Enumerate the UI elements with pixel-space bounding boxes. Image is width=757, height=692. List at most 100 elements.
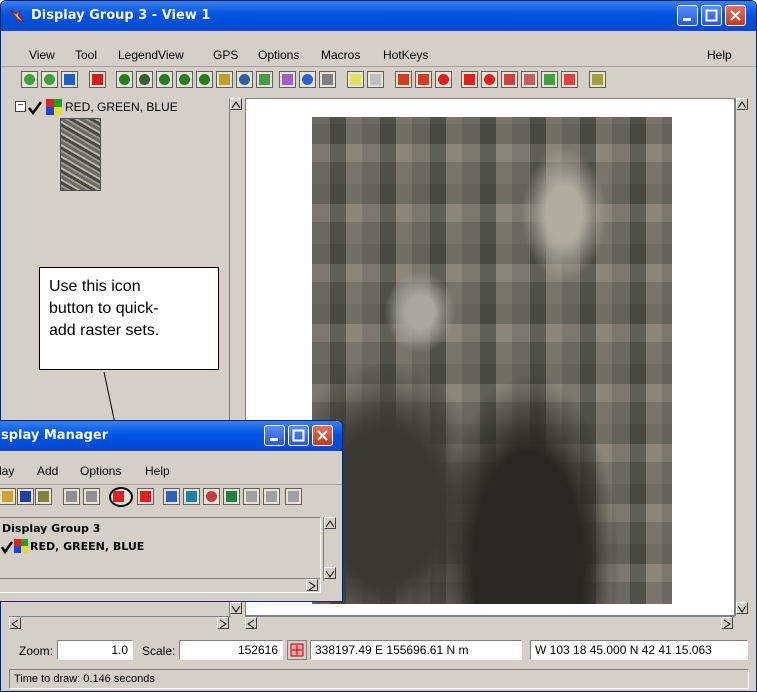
minimize-button[interactable] [677, 5, 698, 26]
redraw-icon [24, 74, 35, 85]
menu-help[interactable]: Help [707, 48, 732, 62]
view-vscroll[interactable] [735, 98, 749, 616]
view-titlebar[interactable]: Display Group 3 - View 1 [1, 1, 756, 31]
menu-macros[interactable]: Macros [321, 48, 360, 62]
zoom-out-icon [179, 74, 190, 85]
checkmark-icon[interactable] [0, 540, 14, 554]
previous-view-icon [398, 74, 409, 85]
quick-add-raster-button[interactable] [109, 487, 133, 507]
scroll-down-arrow[interactable] [230, 602, 242, 614]
cancel-button[interactable] [435, 71, 452, 88]
next-view-button[interactable] [415, 71, 432, 88]
dm-menu-help[interactable]: Help [145, 464, 170, 478]
maximize-button[interactable] [701, 5, 722, 26]
dm-add-shape-button[interactable] [203, 488, 220, 505]
pan-button[interactable] [116, 71, 133, 88]
dm-open-button[interactable] [0, 488, 16, 505]
coordinate-crosshair-button[interactable] [287, 640, 307, 660]
redraw-button[interactable] [21, 71, 38, 88]
dm-add-db-button[interactable] [285, 488, 302, 505]
menu-options[interactable]: Options [258, 48, 299, 62]
previous-view-button[interactable] [395, 71, 412, 88]
stop-button[interactable] [89, 71, 106, 88]
zoom-previous-button[interactable] [196, 71, 213, 88]
arrow-down-icon [737, 605, 747, 613]
select-tool-button[interactable] [299, 71, 316, 88]
menu-view[interactable]: View [29, 48, 55, 62]
gps-button[interactable] [319, 71, 336, 88]
dm-add-text-button[interactable] [263, 488, 280, 505]
scale-field[interactable]: 152616 [179, 640, 283, 660]
scroll-right-arrow[interactable] [217, 617, 229, 629]
dm-scroll-down[interactable] [324, 567, 336, 579]
measure-button[interactable] [367, 71, 384, 88]
dm-menu-display[interactable]: lay [0, 464, 14, 478]
view-scroll-right[interactable] [721, 617, 733, 629]
target-button[interactable] [481, 71, 498, 88]
legend-hscroll[interactable] [9, 616, 231, 630]
arrow-up-icon [737, 101, 747, 109]
move-icon [259, 74, 270, 85]
extras-button[interactable] [589, 71, 606, 88]
zoom-field[interactable]: 1.0 [57, 640, 133, 660]
dm-add-raster-button[interactable] [137, 488, 154, 505]
dm-3d-button[interactable] [63, 488, 80, 505]
dm-layer-label[interactable]: RED, GREEN, BLUE [30, 540, 144, 553]
zoom-full-button[interactable] [216, 71, 233, 88]
menu-legendview[interactable]: LegendView [118, 48, 184, 62]
checkmark-icon[interactable] [27, 100, 43, 116]
satellite-image [312, 117, 672, 604]
app-icon [9, 9, 25, 24]
layer-label[interactable]: RED, GREEN, BLUE [65, 100, 178, 114]
rgb-raster-icon [14, 539, 28, 553]
arrow-down-icon [325, 570, 335, 578]
redraw-all-button[interactable] [41, 71, 58, 88]
zoom-in-button[interactable] [156, 71, 173, 88]
menu-tool[interactable]: Tool [75, 48, 97, 62]
full-view-button[interactable] [61, 71, 78, 88]
dm-vscroll[interactable] [323, 517, 337, 581]
coords-latlon-value: W 103 18 45.000 N 42 41 15.063 [535, 643, 712, 657]
find-button[interactable] [461, 71, 478, 88]
dm-save-button[interactable] [17, 488, 34, 505]
pointer-button[interactable] [501, 71, 518, 88]
scroll-up-arrow[interactable] [230, 98, 242, 110]
view-scroll-up[interactable] [736, 98, 748, 110]
layout-button[interactable] [541, 71, 558, 88]
view-hscroll[interactable] [245, 616, 735, 630]
find-icon [464, 74, 475, 85]
view-scroll-left[interactable] [245, 617, 257, 629]
dm-titlebar[interactable]: splay Manager [0, 421, 342, 451]
dm-scroll-up[interactable] [324, 517, 336, 529]
menu-gps[interactable]: GPS [213, 48, 238, 62]
dm-group-button[interactable] [35, 488, 52, 505]
move-button[interactable] [256, 71, 273, 88]
view-scroll-down[interactable] [736, 602, 748, 614]
dm-maximize-button[interactable] [288, 425, 309, 446]
dm-add-vector-button[interactable] [163, 488, 180, 505]
zoom-out-button[interactable] [176, 71, 193, 88]
dm-add-grid-button[interactable] [243, 488, 260, 505]
scroll-left-arrow[interactable] [9, 617, 21, 629]
dm-add-cad-button[interactable] [183, 488, 200, 505]
dm-terrain-button[interactable] [83, 488, 100, 505]
legend-button[interactable] [521, 71, 538, 88]
zoom-box-button[interactable] [136, 71, 153, 88]
dm-menu-options[interactable]: Options [80, 464, 121, 478]
recenter-button[interactable] [236, 71, 253, 88]
dm-group-name[interactable]: Display Group 3 [2, 522, 100, 535]
lat-lon-field: W 103 18 45.000 N 42 41 15.063 [530, 640, 748, 660]
dm-tree-panel: Display Group 3 RED, GREEN, BLUE [0, 517, 321, 593]
dm-menu-add[interactable]: Add [37, 464, 58, 478]
dm-minimize-button[interactable] [264, 425, 285, 446]
dm-scroll-right[interactable] [306, 579, 318, 591]
scale-bar-button[interactable] [347, 71, 364, 88]
expand-collapse-icon[interactable]: − [15, 101, 26, 112]
window-button[interactable] [561, 71, 578, 88]
menu-hotkeys[interactable]: HotKeys [383, 48, 428, 62]
raster-tool-button[interactable] [279, 71, 296, 88]
dm-add-tin-button[interactable] [223, 488, 240, 505]
dm-close-button[interactable] [312, 425, 333, 446]
close-button[interactable] [725, 5, 746, 26]
dm-hscroll[interactable] [0, 578, 320, 592]
